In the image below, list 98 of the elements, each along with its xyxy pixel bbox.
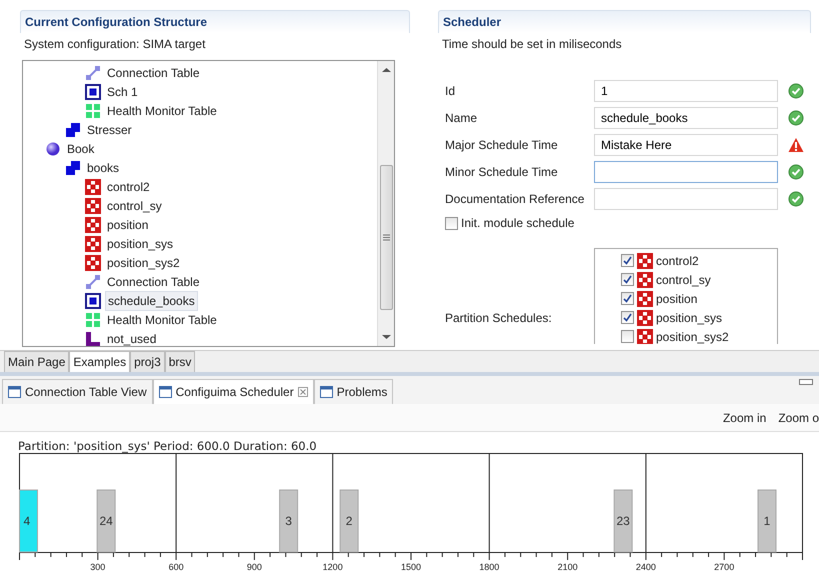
toolbar-button[interactable]: Zoom in bbox=[722, 408, 766, 426]
field-label: Minor Schedule Time bbox=[445, 164, 559, 180]
close-icon[interactable] bbox=[298, 387, 308, 397]
scrollbar[interactable] bbox=[377, 61, 394, 346]
blocks-icon bbox=[65, 160, 81, 176]
configuration-label: System configuration: SIMA target bbox=[24, 37, 206, 51]
window-icon bbox=[8, 386, 21, 398]
tree-item[interactable]: position_sys bbox=[105, 234, 176, 252]
field-label: Documentation Reference bbox=[445, 190, 586, 208]
tree-item[interactable]: Health Monitor Table bbox=[105, 310, 219, 328]
partition-item[interactable]: position_sys bbox=[656, 308, 722, 326]
checkbox[interactable] bbox=[621, 292, 634, 305]
block-label: 4 bbox=[23, 514, 30, 528]
l-shape-icon bbox=[85, 330, 101, 346]
editor-tab[interactable]: Examples bbox=[69, 351, 130, 372]
editor-tab[interactable]: proj3 bbox=[130, 351, 165, 372]
tree-item[interactable]: Health Monitor Table bbox=[105, 102, 219, 120]
partition-item[interactable]: control2 bbox=[656, 252, 699, 270]
checkbox[interactable] bbox=[621, 311, 634, 324]
schedule-icon bbox=[85, 84, 101, 100]
window-icon bbox=[158, 386, 172, 398]
checker-icon bbox=[85, 254, 101, 270]
checker-icon bbox=[637, 310, 653, 326]
tree-item[interactable]: position bbox=[105, 216, 150, 234]
checker-icon bbox=[85, 198, 101, 214]
tick-label: 600 bbox=[168, 562, 184, 571]
input-field[interactable] bbox=[594, 188, 778, 210]
connection-icon bbox=[85, 274, 101, 290]
scroll-up-icon[interactable] bbox=[382, 67, 390, 73]
tree-item[interactable]: schedule_books bbox=[105, 290, 198, 310]
checkbox[interactable] bbox=[621, 330, 634, 343]
view-tab[interactable]: Connection Table View bbox=[2, 379, 153, 404]
checkbox-label: Init. module schedule bbox=[461, 215, 574, 232]
toolbar-button[interactable]: Zoom o bbox=[778, 408, 819, 426]
checkbox[interactable] bbox=[621, 273, 634, 286]
connection-icon bbox=[85, 64, 101, 80]
grid-icon bbox=[85, 312, 101, 328]
tree-item[interactable]: control2 bbox=[105, 178, 152, 196]
checker-icon bbox=[637, 328, 653, 344]
block-label: 1 bbox=[764, 514, 770, 528]
block-label: 24 bbox=[99, 514, 113, 528]
input-field[interactable]: Mistake Here bbox=[594, 134, 778, 156]
window-icon bbox=[320, 386, 333, 398]
tree-item[interactable]: Sch 1 bbox=[105, 82, 140, 100]
tree-item[interactable]: position_sys2 bbox=[105, 254, 182, 272]
field-label: Name bbox=[445, 110, 478, 126]
checker-icon bbox=[637, 290, 653, 306]
tree-item[interactable]: control_sy bbox=[105, 196, 164, 214]
block-label: 23 bbox=[616, 514, 630, 528]
checker-icon bbox=[637, 252, 653, 268]
input-field[interactable]: schedule_books bbox=[594, 106, 778, 128]
hint-text: Time should be set in miliseconds bbox=[442, 37, 622, 51]
checker-icon bbox=[85, 216, 101, 232]
timeline-block[interactable] bbox=[96, 490, 116, 552]
block-label: 3 bbox=[285, 514, 292, 528]
checker-icon bbox=[85, 236, 101, 252]
tree-item[interactable]: Connection Table bbox=[105, 64, 202, 82]
input-field[interactable] bbox=[594, 160, 778, 182]
scroll-thumb[interactable] bbox=[380, 165, 392, 310]
tick-label: 2400 bbox=[636, 562, 656, 571]
checker-icon bbox=[637, 272, 653, 288]
input-field[interactable]: 1 bbox=[594, 80, 778, 102]
partition-item[interactable]: control_sy bbox=[656, 270, 711, 288]
tree-item[interactable]: not_used bbox=[105, 330, 158, 346]
checkbox[interactable] bbox=[621, 254, 634, 267]
tree-item[interactable]: Connection Table bbox=[105, 272, 202, 290]
tree-item[interactable]: Stresser bbox=[85, 120, 134, 138]
partition-caption: Partition: 'position_sys' Period: 600.0 Duration: 60.0 bbox=[17, 438, 318, 453]
tick-label: 1200 bbox=[322, 562, 343, 571]
scroll-down-icon[interactable] bbox=[382, 334, 390, 340]
timeline-block[interactable] bbox=[614, 490, 633, 552]
tree-item[interactable]: Book bbox=[65, 140, 96, 158]
grid-icon bbox=[85, 102, 101, 118]
partition-schedules-label: Partition Schedules: bbox=[445, 310, 553, 327]
blocks-icon bbox=[65, 122, 81, 138]
field-label: Major Schedule Time bbox=[445, 136, 559, 154]
panel-title: Scheduler bbox=[438, 10, 811, 33]
partition-item[interactable]: position_sys2 bbox=[656, 328, 729, 344]
partition-item[interactable]: position bbox=[656, 290, 698, 308]
checkbox[interactable] bbox=[445, 216, 458, 230]
view-tab[interactable]: Configuima Scheduler bbox=[152, 379, 314, 404]
view-tab[interactable]: Problems bbox=[314, 379, 394, 404]
block-label: 2 bbox=[346, 514, 352, 528]
tick-label: 1800 bbox=[479, 562, 500, 571]
tick-label: 2700 bbox=[714, 562, 734, 571]
tick-label: 1500 bbox=[400, 562, 422, 571]
tick-label: 900 bbox=[246, 562, 262, 571]
tree-item[interactable]: books bbox=[85, 158, 122, 176]
field-label: Id bbox=[445, 82, 456, 100]
tick-label: 300 bbox=[90, 562, 106, 571]
editor-tab[interactable]: Main Page bbox=[4, 351, 70, 372]
editor-tab[interactable]: brsv bbox=[164, 351, 196, 372]
minimize-icon[interactable] bbox=[799, 378, 813, 386]
sphere-icon bbox=[45, 140, 61, 156]
schedule-icon bbox=[85, 292, 101, 308]
tick-label: 2100 bbox=[558, 562, 578, 571]
checker-icon bbox=[85, 178, 101, 194]
panel-title: Current Configuration Structure bbox=[20, 10, 410, 33]
